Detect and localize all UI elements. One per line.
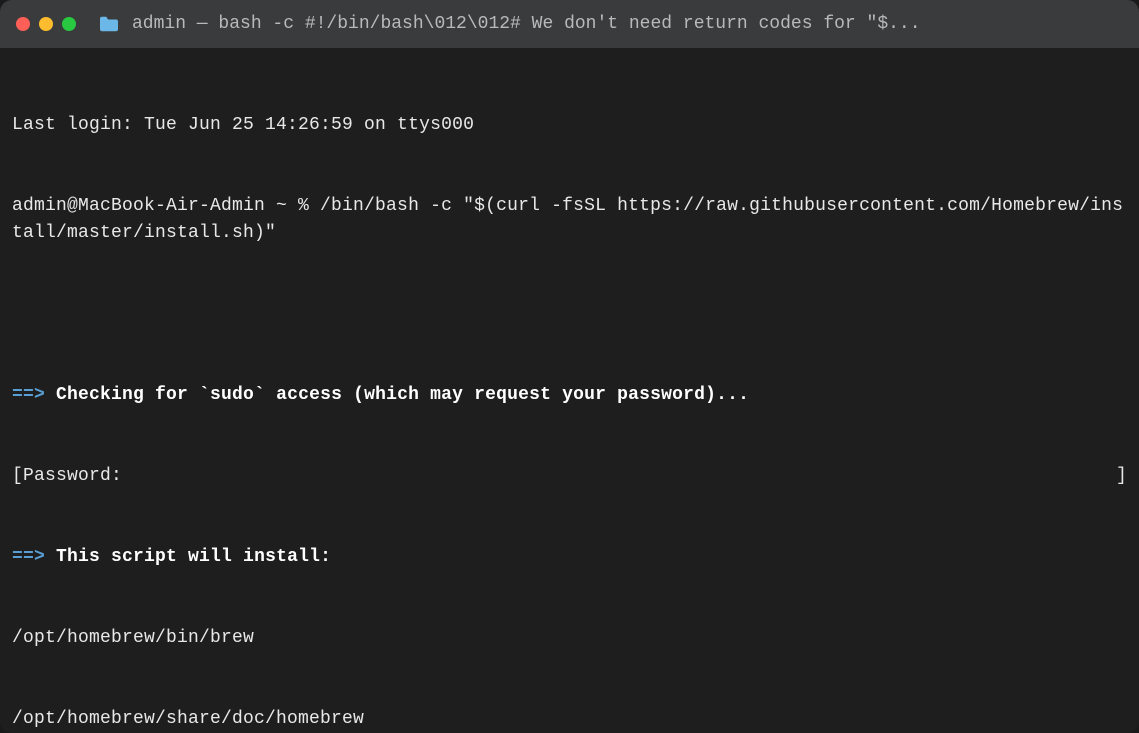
sudo-check-line: ==> Checking for `sudo` access (which ma… (12, 382, 1127, 409)
password-bracket-open: [ (12, 466, 23, 486)
folder-icon (98, 15, 120, 33)
titlebar: admin — bash -c #!/bin/bash\012\012# We … (0, 0, 1139, 48)
password-line: [Password:] (12, 463, 1127, 490)
traffic-lights (16, 17, 76, 31)
password-label: Password: (23, 466, 122, 486)
terminal-window: admin — bash -c #!/bin/bash\012\012# We … (0, 0, 1139, 733)
login-line: Last login: Tue Jun 25 14:26:59 on ttys0… (12, 112, 1127, 139)
password-bracket-close: ] (1116, 463, 1127, 490)
minimize-button[interactable] (39, 17, 53, 31)
arrow-icon: ==> (12, 385, 45, 405)
blank-line (12, 301, 1127, 328)
install-path: /opt/homebrew/bin/brew (12, 625, 1127, 652)
window-title: admin — bash -c #!/bin/bash\012\012# We … (132, 11, 1123, 38)
maximize-button[interactable] (62, 17, 76, 31)
prompt-line: admin@MacBook-Air-Admin ~ % /bin/bash -c… (12, 193, 1127, 247)
install-path: /opt/homebrew/share/doc/homebrew (12, 706, 1127, 733)
close-button[interactable] (16, 17, 30, 31)
sudo-check-text: Checking for `sudo` access (which may re… (56, 385, 749, 405)
install-header-line: ==> This script will install: (12, 544, 1127, 571)
terminal-output[interactable]: Last login: Tue Jun 25 14:26:59 on ttys0… (0, 48, 1139, 733)
install-header-text: This script will install: (56, 547, 331, 567)
arrow-icon: ==> (12, 547, 45, 567)
